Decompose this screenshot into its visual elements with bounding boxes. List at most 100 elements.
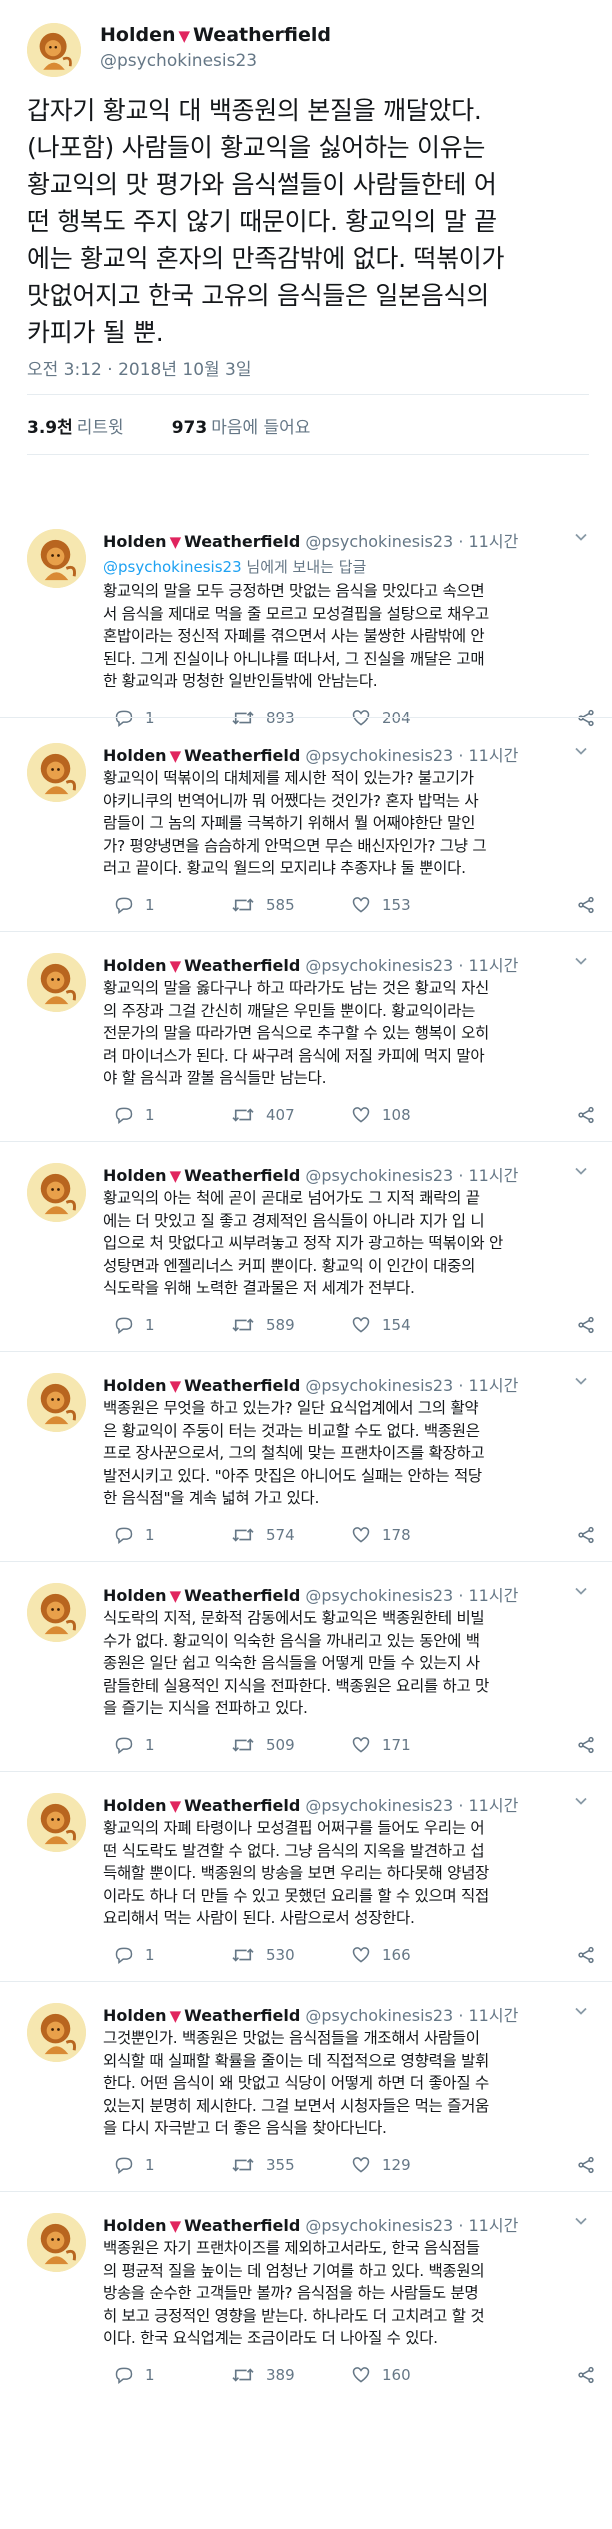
display-name[interactable]: Holden ▼ Weatherfield [103,1586,300,1605]
tweet-timestamp[interactable]: 오전 3:12 · 2018년 10월 3일 [27,355,252,380]
avatar[interactable] [27,529,86,588]
reply-time[interactable]: · 11시간 [458,2006,518,2025]
like-button[interactable]: 153 [340,894,411,916]
share-icon [576,2365,596,2385]
like-button[interactable]: 178 [340,1524,411,1546]
avatar[interactable] [27,1793,86,1852]
avatar[interactable] [27,1163,86,1222]
reply-time[interactable]: · 11시간 [458,532,518,551]
share-icon [576,2155,596,2175]
retweets-stat[interactable]: 3.9천 리트윗 [27,418,124,438]
chevron-down-icon[interactable] [572,1792,590,1810]
share-button[interactable] [565,894,596,916]
reply-text: 황교익의 자폐 타령이나 모성결핍 어쩌구를 들어도 우리는 어 떤 식도락도 … [103,1819,490,1927]
reply-text: 그것뿐인가. 백종원은 맛없는 음식점들을 개조해서 사람들이 외식할 때 실패… [103,2029,490,2137]
display-name[interactable]: Holden ▼ Weatherfield [103,746,300,765]
share-button[interactable] [565,1104,596,1126]
retweets-count: 585 [266,896,295,914]
avatar[interactable] [27,1373,86,1432]
avatar[interactable] [27,23,81,77]
chevron-down-icon[interactable] [572,1162,590,1180]
reply-actions: 1 509 171 [103,1734,594,1756]
reply-button[interactable]: 1 [103,1314,155,1336]
reply-time[interactable]: · 11시간 [458,1586,518,1605]
display-name[interactable]: Holden ▼ Weatherfield [103,2006,300,2025]
retweet-icon [231,2365,255,2385]
reply-button[interactable]: 1 [103,2154,155,2176]
reply-time[interactable]: · 11시간 [458,1166,518,1185]
retweet-button[interactable]: 407 [220,1104,295,1126]
retweet-button[interactable]: 530 [220,1944,295,1966]
heart-icon: ▼ [169,2007,182,2025]
reply-button[interactable]: 1 [103,1734,155,1756]
display-name[interactable]: Holden ▼ Weatherfield [103,2216,300,2235]
retweets-count: 589 [266,1316,295,1334]
reply-tweet: Holden ▼ Weatherfield @psychokinesis23 · 1… [0,506,612,728]
heart-icon: ▼ [169,1797,182,1815]
handle[interactable]: @psychokinesis23 [305,1166,453,1185]
retweet-icon [231,1945,255,1965]
share-button[interactable] [565,2154,596,2176]
reply-button[interactable]: 1 [103,1104,155,1126]
share-button[interactable] [565,1314,596,1336]
like-button[interactable]: 166 [340,1944,411,1966]
like-button[interactable]: 171 [340,1734,411,1756]
reply-time[interactable]: · 11시간 [458,746,518,765]
display-name[interactable]: Holden ▼ Weatherfield [103,1166,300,1185]
reply-tweet: Holden ▼ Weatherfield @psychokinesis23 · 1… [0,1980,612,2192]
display-name[interactable]: Holden ▼ Weatherfield [103,956,300,975]
display-name[interactable]: Holden ▼ Weatherfield [100,24,331,46]
like-button[interactable]: 154 [340,1314,411,1336]
avatar[interactable] [27,953,86,1012]
display-name[interactable]: Holden ▼ Weatherfield [103,1376,300,1395]
handle[interactable]: @psychokinesis23 [305,1376,453,1395]
handle[interactable]: @psychokinesis23 [305,746,453,765]
reply-button[interactable]: 1 [103,1944,155,1966]
retweet-button[interactable]: 389 [220,2364,295,2386]
chevron-down-icon[interactable] [572,952,590,970]
avatar[interactable] [27,743,86,802]
chevron-down-icon[interactable] [572,2212,590,2230]
avatar[interactable] [27,1583,86,1642]
retweet-button[interactable]: 589 [220,1314,295,1336]
handle[interactable]: @psychokinesis23 [305,2006,453,2025]
handle[interactable]: @psychokinesis23 [305,1796,453,1815]
like-button[interactable]: 129 [340,2154,411,2176]
reply-time[interactable]: · 11시간 [458,2216,518,2235]
share-button[interactable] [565,1944,596,1966]
reply-time[interactable]: · 11시간 [458,1376,518,1395]
chevron-down-icon[interactable] [572,2002,590,2020]
share-button[interactable] [565,1734,596,1756]
chevron-down-icon[interactable] [572,528,590,546]
reply-text: 백종원은 무엇을 하고 있는가? 일단 요식업계에서 그의 활약 은 황교익이 … [103,1399,485,1507]
avatar[interactable] [27,2213,86,2272]
chevron-down-icon[interactable] [572,1582,590,1600]
share-button[interactable] [565,2364,596,2386]
reply-time[interactable]: · 11시간 [458,1796,518,1815]
retweet-button[interactable]: 355 [220,2154,295,2176]
mention-link[interactable]: @psychokinesis23 [103,558,242,576]
avatar[interactable] [27,2003,86,2062]
display-name[interactable]: Holden ▼ Weatherfield [103,1796,300,1815]
retweet-button[interactable]: 585 [220,894,295,916]
display-name[interactable]: Holden ▼ Weatherfield [103,532,300,551]
handle[interactable]: @psychokinesis23 [305,2216,453,2235]
handle[interactable]: @psychokinesis23 [305,1586,453,1605]
reply-time[interactable]: · 11시간 [458,956,518,975]
handle[interactable]: @psychokinesis23 [305,532,453,551]
like-button[interactable]: 108 [340,1104,411,1126]
likes-stat[interactable]: 973 마음에 들어요 [172,418,311,438]
chevron-down-icon[interactable] [572,1372,590,1390]
reply-button[interactable]: 1 [103,894,155,916]
chevron-down-icon[interactable] [572,742,590,760]
like-button[interactable]: 160 [340,2364,411,2386]
reply-button[interactable]: 1 [103,1524,155,1546]
reply-actions: 1 574 178 [103,1524,594,1546]
handle[interactable]: @psychokinesis23 [305,956,453,975]
reply-button[interactable]: 1 [103,2364,155,2386]
share-button[interactable] [565,1524,596,1546]
retweets-count: 574 [266,1526,295,1544]
retweet-button[interactable]: 509 [220,1734,295,1756]
retweet-button[interactable]: 574 [220,1524,295,1546]
handle[interactable]: @psychokinesis23 [100,51,257,71]
